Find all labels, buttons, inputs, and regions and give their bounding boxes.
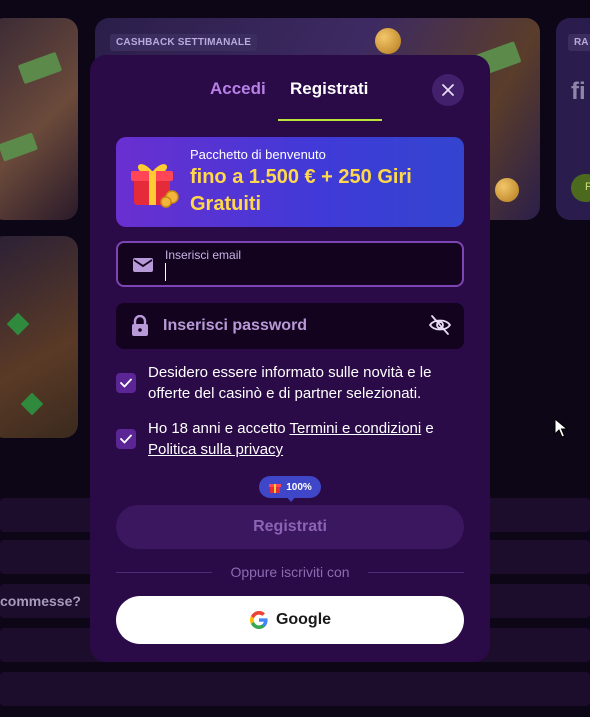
register-button[interactable]: Registrati bbox=[116, 505, 464, 549]
check-icon bbox=[120, 378, 132, 388]
terms-middle: e bbox=[421, 420, 434, 437]
newsletter-checkbox[interactable] bbox=[116, 373, 136, 393]
registration-modal: Accedi Registrati Pacchetto di benvenuto… bbox=[90, 55, 490, 662]
welcome-package-label: Pacchetto di benvenuto bbox=[190, 147, 326, 162]
google-button-label: Google bbox=[275, 611, 332, 628]
promo-heading-right: fi bbox=[571, 78, 586, 105]
mouse-pointer-icon bbox=[554, 418, 568, 438]
email-field[interactable]: Inserisci email bbox=[116, 241, 464, 287]
password-input[interactable] bbox=[163, 314, 413, 338]
terms-prefix: Ho 18 anni e accetto bbox=[148, 420, 290, 437]
badge-pointer bbox=[285, 495, 297, 502]
close-icon bbox=[442, 84, 454, 96]
auth-tabs: Accedi Registrati bbox=[90, 55, 490, 121]
email-label: Inserisci email bbox=[165, 248, 242, 262]
welcome-bonus-banner: Pacchetto di benvenuto fino a 1.500 € + … bbox=[116, 137, 464, 227]
tab-register[interactable]: Registrati bbox=[290, 79, 368, 99]
active-tab-indicator bbox=[278, 119, 382, 121]
check-icon bbox=[120, 434, 132, 444]
privacy-link[interactable]: Politica sulla privacy bbox=[148, 441, 283, 458]
newsletter-consent-text: Desidero essere informato sulle novità e… bbox=[148, 364, 432, 402]
faq-row[interactable] bbox=[0, 672, 590, 706]
terms-checkbox[interactable] bbox=[116, 429, 136, 449]
or-divider: Oppure iscriviti con bbox=[116, 564, 464, 580]
password-field[interactable] bbox=[116, 303, 464, 349]
gift-icon bbox=[269, 484, 282, 493]
coin-decoration bbox=[375, 28, 401, 54]
google-signup-button[interactable]: Google bbox=[116, 596, 464, 644]
cashback-tag: CASHBACK SETTIMANALE bbox=[110, 34, 258, 51]
google-icon bbox=[249, 611, 268, 629]
gift-icon bbox=[131, 164, 179, 208]
gem-decoration bbox=[20, 392, 44, 416]
terms-consent-text: Ho 18 anni e accetto Termini e condizion… bbox=[148, 418, 458, 460]
coin-decoration bbox=[495, 178, 519, 202]
close-button[interactable] bbox=[432, 74, 464, 106]
bonus-badge-text: 100% bbox=[286, 481, 312, 493]
lock-icon bbox=[132, 315, 148, 336]
promo-card-left[interactable] bbox=[0, 18, 78, 220]
faq-question: commesse? bbox=[0, 593, 81, 609]
gem-decoration bbox=[6, 312, 30, 336]
game-card[interactable] bbox=[0, 236, 78, 438]
tab-login[interactable]: Accedi bbox=[210, 79, 266, 99]
mail-icon bbox=[133, 258, 153, 272]
email-input[interactable] bbox=[165, 263, 445, 281]
welcome-package-amount: fino a 1.500 € + 250 Giri Gratuiti bbox=[190, 166, 412, 215]
promo-tag-right: RA bbox=[568, 34, 590, 51]
terms-link[interactable]: Termini e condizioni bbox=[290, 420, 422, 437]
divider-line bbox=[368, 572, 464, 573]
hide-password-icon[interactable] bbox=[428, 314, 452, 336]
banknote-decoration bbox=[17, 51, 63, 85]
banknote-decoration bbox=[0, 132, 38, 162]
